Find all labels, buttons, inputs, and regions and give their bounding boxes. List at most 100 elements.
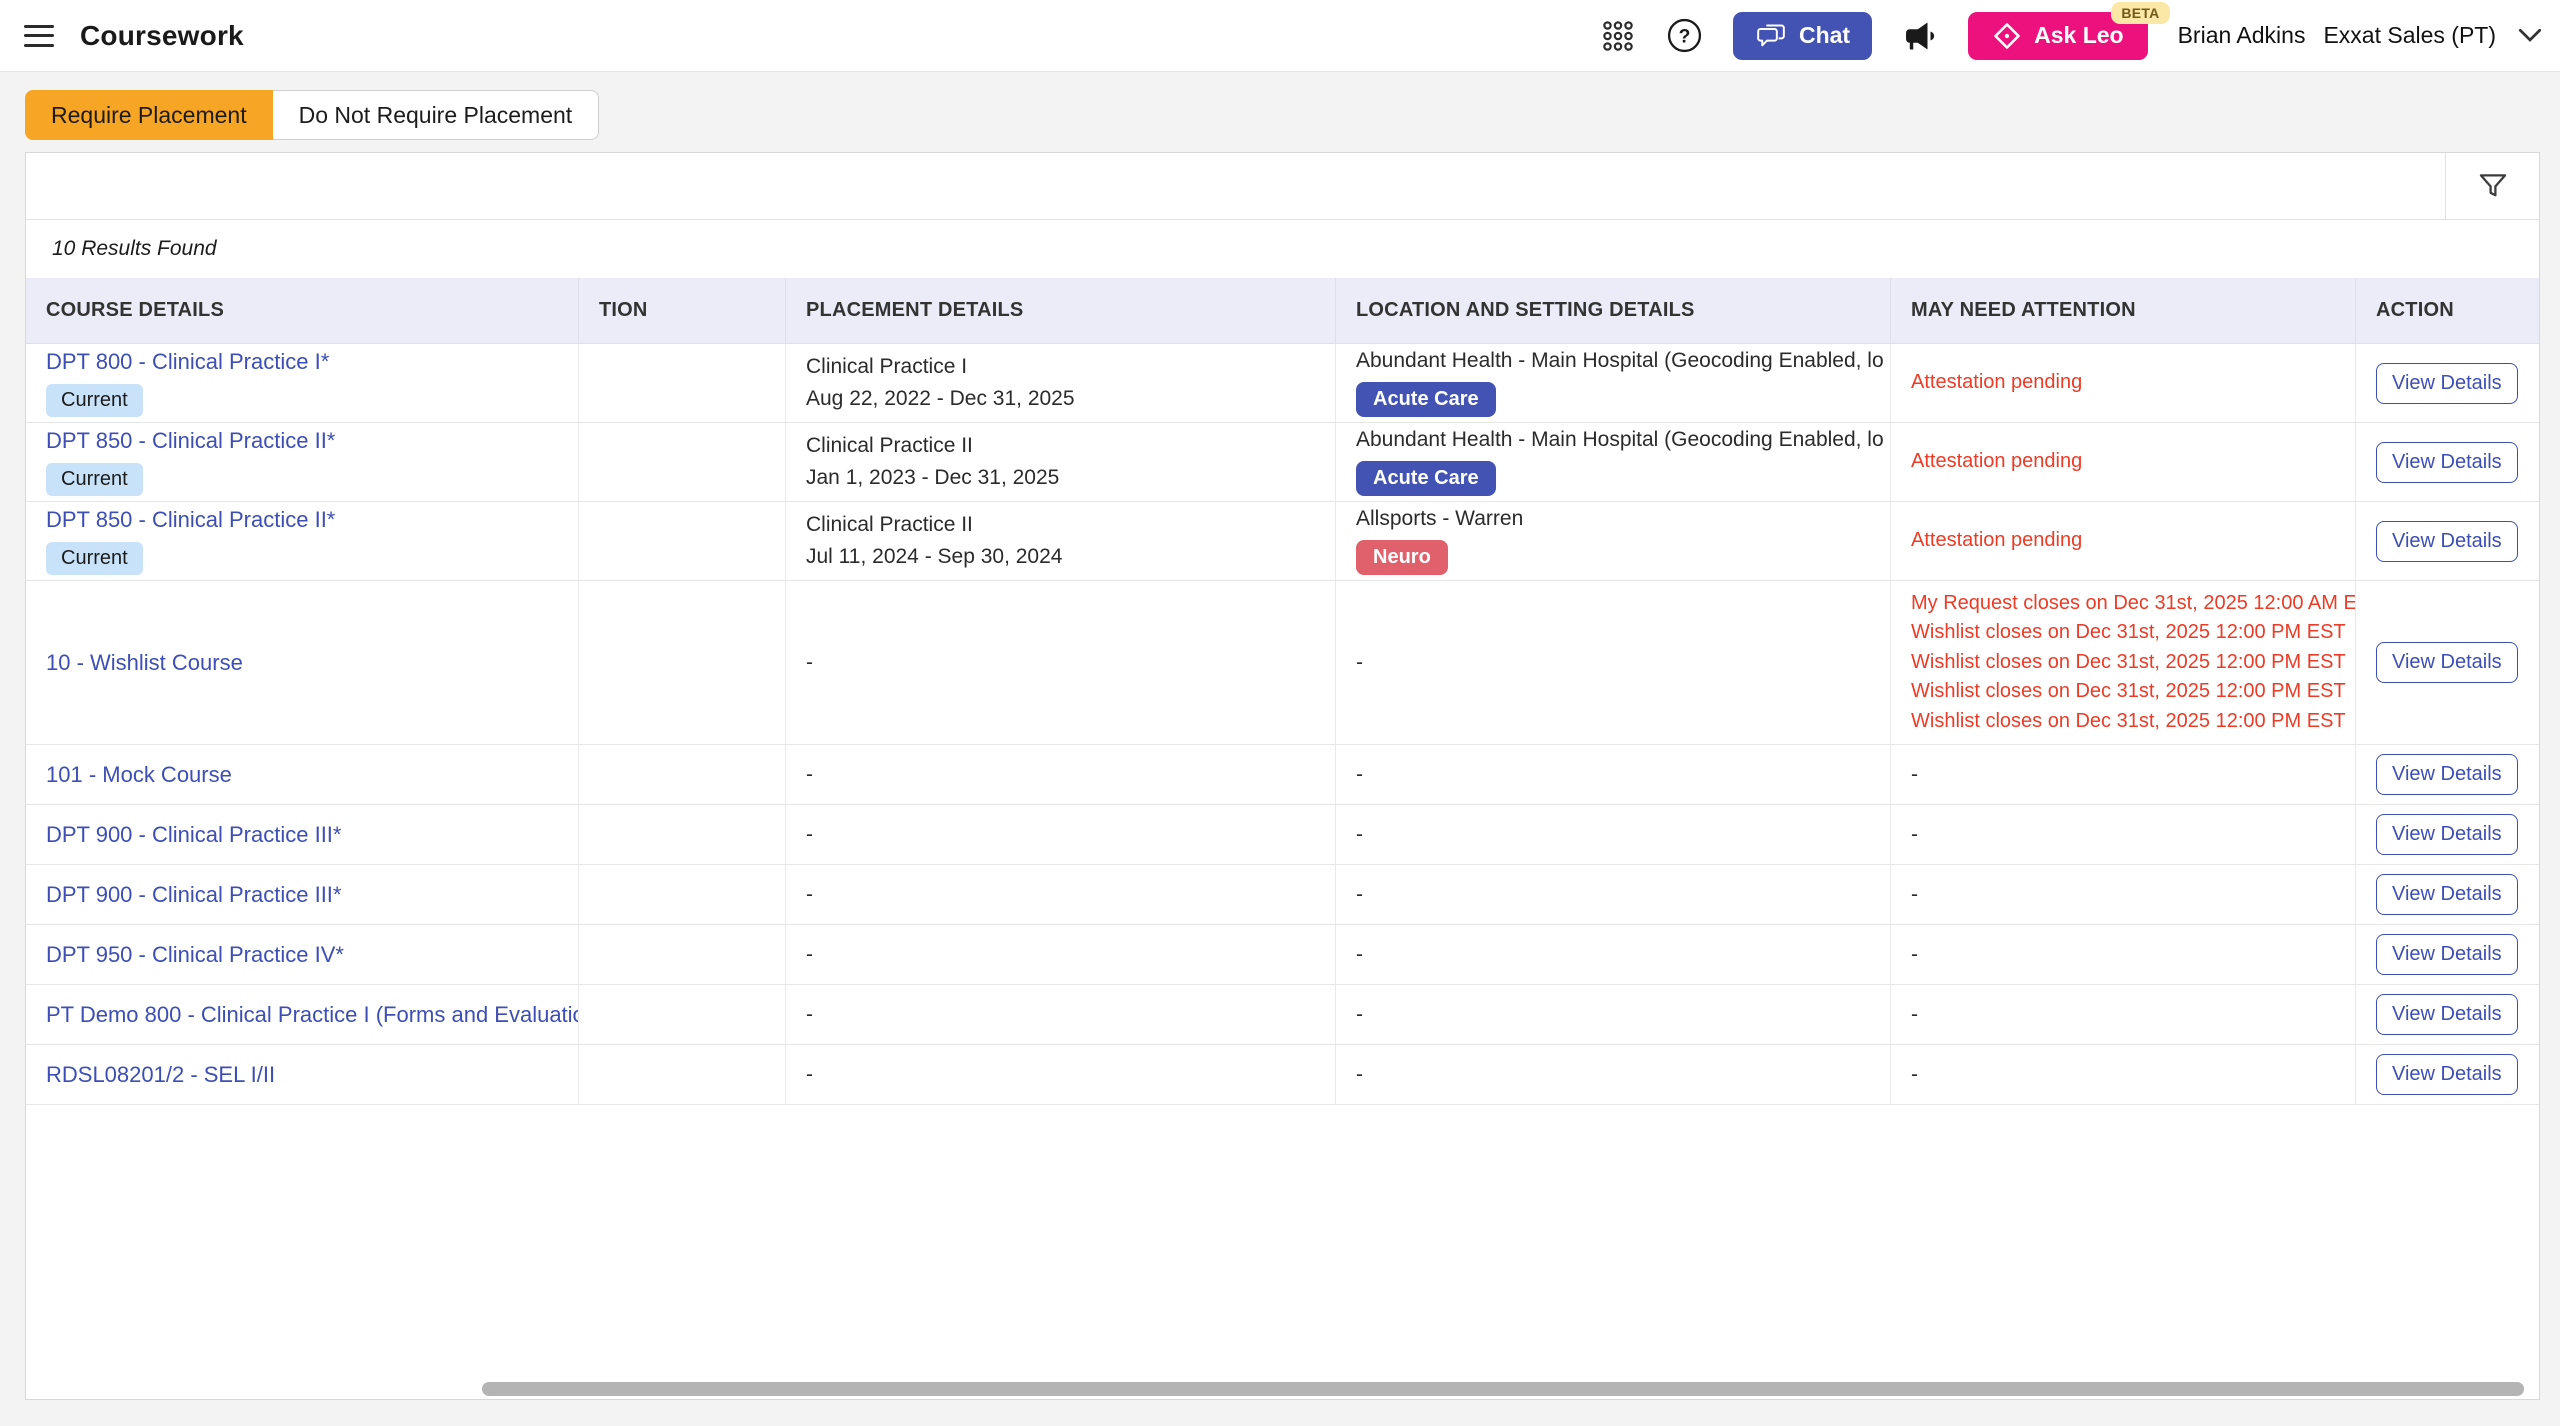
table-row: DPT 800 - Clinical Practice I* Current C… (26, 344, 2539, 423)
tion-cell (579, 502, 786, 580)
tion-cell (579, 745, 786, 804)
placement-title: - (806, 999, 813, 1031)
location-name: Abundant Health - Main Hospital (Geocodi… (1356, 349, 1886, 373)
setting-badge: Acute Care (1356, 382, 1496, 417)
view-details-button[interactable]: View Details (2376, 814, 2518, 855)
location-setting-cell: Abundant Health - Main Hospital (Geocodi… (1336, 344, 1891, 422)
placement-title: - (806, 759, 813, 791)
account-name: Exxat Sales (PT) (2323, 22, 2496, 49)
course-link[interactable]: DPT 850 - Clinical Practice II* (46, 507, 335, 533)
action-cell: View Details (2356, 344, 2539, 422)
attention-text: - (1911, 1063, 1918, 1087)
course-details-cell: 10 - Wishlist Course (26, 581, 579, 744)
view-details-button[interactable]: View Details (2376, 874, 2518, 915)
location-setting-cell: - (1336, 581, 1891, 744)
attention-text: My Request closes on Dec 31st, 2025 12:0… (1911, 589, 2356, 619)
attention-text: Wishlist closes on Dec 31st, 2025 12:00 … (1911, 618, 2346, 648)
location-name: - (1356, 943, 1363, 967)
table-row: DPT 900 - Clinical Practice III* - - - V… (26, 805, 2539, 865)
view-details-button[interactable]: View Details (2376, 442, 2518, 483)
current-badge: Current (46, 542, 143, 575)
action-cell: View Details (2356, 745, 2539, 804)
attention-cell: Attestation pending (1891, 423, 2356, 501)
view-details-button[interactable]: View Details (2376, 642, 2518, 683)
leo-logo-icon (1992, 21, 2022, 51)
horizontal-scrollbar-thumb[interactable] (482, 1382, 2524, 1396)
placement-dates: Aug 22, 2022 - Dec 31, 2025 (806, 383, 1075, 415)
table-body: DPT 800 - Clinical Practice I* Current C… (26, 344, 2539, 1105)
location-setting-cell: - (1336, 865, 1891, 924)
location-setting-cell: - (1336, 745, 1891, 804)
beta-badge: BETA (2111, 2, 2169, 24)
placement-details-cell: - (786, 925, 1336, 984)
view-details-button[interactable]: View Details (2376, 1054, 2518, 1095)
course-link[interactable]: 101 - Mock Course (46, 762, 232, 788)
course-link[interactable]: PT Demo 800 - Clinical Practice I (Forms… (46, 1002, 579, 1028)
location-setting-cell: Abundant Health - Main Hospital (Geocodi… (1336, 423, 1891, 501)
action-cell: View Details (2356, 502, 2539, 580)
apps-grid-icon[interactable] (1600, 18, 1636, 54)
placement-title: - (806, 879, 813, 911)
placement-details-cell: Clinical Practice I Aug 22, 2022 - Dec 3… (786, 344, 1336, 422)
view-details-button[interactable]: View Details (2376, 363, 2518, 404)
course-details-cell: DPT 850 - Clinical Practice II* Current (26, 502, 579, 580)
placement-details-cell: - (786, 581, 1336, 744)
filter-button[interactable] (2445, 153, 2539, 219)
location-name: - (1356, 883, 1363, 907)
action-cell: View Details (2356, 925, 2539, 984)
location-name: - (1356, 1063, 1363, 1087)
attention-text: - (1911, 1003, 1918, 1027)
course-link[interactable]: RDSL08201/2 - SEL I/II (46, 1062, 275, 1088)
placement-dates: Jul 11, 2024 - Sep 30, 2024 (806, 541, 1062, 573)
view-details-button[interactable]: View Details (2376, 994, 2518, 1035)
attention-text: - (1911, 823, 1918, 847)
placement-title: Clinical Practice II (806, 509, 973, 541)
attention-cell: - (1891, 745, 2356, 804)
user-menu[interactable]: Brian Adkins Exxat Sales (PT) (2178, 22, 2542, 49)
tab-do-not-require-placement[interactable]: Do Not Require Placement (273, 90, 600, 140)
placement-dates: Jan 1, 2023 - Dec 31, 2025 (806, 462, 1059, 494)
attention-text: Attestation pending (1911, 526, 2082, 556)
view-details-button[interactable]: View Details (2376, 934, 2518, 975)
placement-title: - (806, 819, 813, 851)
chat-button[interactable]: Chat (1733, 12, 1872, 60)
filter-bar (26, 153, 2539, 220)
view-details-button[interactable]: View Details (2376, 521, 2518, 562)
location-name: - (1356, 651, 1363, 675)
table-header: COURSE DETAILS TION PLACEMENT DETAILS LO… (26, 278, 2539, 344)
column-header-placement-details: PLACEMENT DETAILS (786, 278, 1336, 343)
placement-tabs: Require Placement Do Not Require Placeme… (25, 90, 599, 140)
menu-icon[interactable] (24, 25, 54, 47)
tion-cell (579, 581, 786, 744)
action-cell: View Details (2356, 581, 2539, 744)
course-details-cell: PT Demo 800 - Clinical Practice I (Forms… (26, 985, 579, 1044)
chat-icon (1755, 22, 1787, 50)
course-link[interactable]: DPT 900 - Clinical Practice III* (46, 822, 341, 848)
location-setting-cell: - (1336, 985, 1891, 1044)
course-link[interactable]: 10 - Wishlist Course (46, 650, 243, 676)
table-row: 10 - Wishlist Course - - My Request clos… (26, 581, 2539, 745)
announcements-icon[interactable] (1902, 18, 1938, 54)
placement-details-cell: - (786, 1045, 1336, 1104)
view-details-button[interactable]: View Details (2376, 754, 2518, 795)
placement-title: Clinical Practice I (806, 351, 967, 383)
current-badge: Current (46, 463, 143, 496)
course-link[interactable]: DPT 800 - Clinical Practice I* (46, 349, 329, 375)
ask-leo-button[interactable]: BETA Ask Leo (1968, 12, 2147, 60)
ask-leo-label: Ask Leo (2034, 22, 2123, 49)
help-icon[interactable]: ? (1666, 17, 1703, 54)
tab-require-placement[interactable]: Require Placement (25, 90, 273, 140)
course-link[interactable]: DPT 850 - Clinical Practice II* (46, 428, 335, 454)
attention-cell: - (1891, 805, 2356, 864)
setting-badge: Acute Care (1356, 461, 1496, 496)
location-setting-cell: - (1336, 805, 1891, 864)
course-details-cell: DPT 900 - Clinical Practice III* (26, 805, 579, 864)
coursework-panel: 10 Results Found COURSE DETAILS TION PLA… (25, 152, 2540, 1400)
course-link[interactable]: DPT 950 - Clinical Practice IV* (46, 942, 344, 968)
attention-cell: Attestation pending (1891, 344, 2356, 422)
action-cell: View Details (2356, 805, 2539, 864)
action-cell: View Details (2356, 1045, 2539, 1104)
results-row: 10 Results Found (26, 220, 2539, 278)
course-link[interactable]: DPT 900 - Clinical Practice III* (46, 882, 341, 908)
tion-cell (579, 344, 786, 422)
